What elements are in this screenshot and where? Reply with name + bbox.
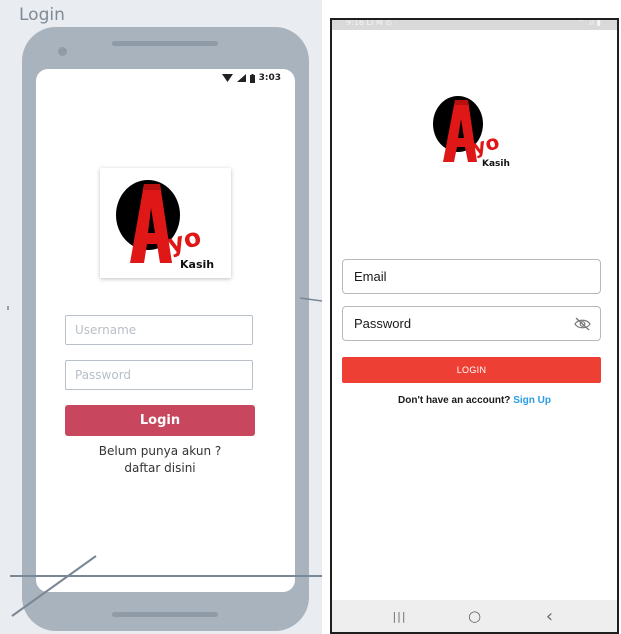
login-button[interactable]: LOGIN [342, 357, 601, 383]
no-account-text: Don't have an account? [398, 395, 511, 406]
password-input[interactable] [343, 307, 600, 340]
logo-sub: Kasih [482, 159, 510, 169]
wifi-icon [221, 74, 233, 82]
frame-title: Login [19, 5, 65, 25]
signup-prompt: Don't have an account? Sign Up [332, 395, 617, 406]
app-status-time: 9:16 LI M ⊙ · [346, 18, 398, 27]
wireframe-register-link[interactable]: Belum punya akun ? daftar disini [65, 443, 255, 477]
password-field [342, 306, 601, 341]
phone-home-bar [112, 612, 218, 617]
app-screenshot-panel: 9:16 LI M ⊙ · ⌔ .ıl ▮ yo Kasih LOGIN Don… [330, 18, 619, 634]
home-button[interactable]: ○ [460, 604, 490, 628]
app-status-bar: 9:16 LI M ⊙ · ⌔ .ıl ▮ [332, 20, 617, 30]
ayo-kasih-logo: yo Kasih [433, 96, 510, 169]
register-line-2: daftar disini [124, 461, 196, 475]
app-status-icons: ⌔ .ıl ▮ [577, 18, 601, 27]
email-field [342, 259, 601, 294]
wireframe-logo: yo Kasih [100, 168, 231, 278]
recent-apps-button[interactable]: ||| [385, 604, 415, 628]
register-line-1: Belum punya akun ? [98, 444, 222, 458]
back-button[interactable]: ‹ [535, 604, 565, 628]
recent-apps-icon: ||| [392, 609, 407, 623]
eye-off-icon[interactable] [574, 317, 591, 331]
android-nav-bar: ||| ○ ‹ [332, 600, 617, 632]
phone-camera [58, 47, 67, 56]
back-icon: ‹ [545, 605, 554, 627]
wireframe-status-bar: 3:03 [221, 73, 281, 83]
wireframe-panel: Login 3:03 yo Kasih Login Belum punya ak… [0, 0, 322, 634]
wireframe-password-input[interactable] [65, 360, 253, 390]
home-icon: ○ [467, 607, 482, 625]
wireframe-status-time: 3:03 [258, 73, 281, 83]
ayo-kasih-logo: yo Kasih [116, 180, 214, 271]
battery-icon [249, 73, 255, 83]
logo-sub: Kasih [180, 258, 214, 271]
phone-speaker [112, 41, 218, 46]
wireframe-username-input[interactable] [65, 315, 253, 345]
signal-icon [236, 74, 246, 82]
wireframe-screen: 3:03 yo Kasih Login Belum punya akun ? d… [36, 69, 295, 592]
signup-link[interactable]: Sign Up [513, 395, 551, 406]
wireframe-login-button[interactable]: Login [65, 405, 255, 436]
email-input[interactable] [343, 260, 600, 293]
